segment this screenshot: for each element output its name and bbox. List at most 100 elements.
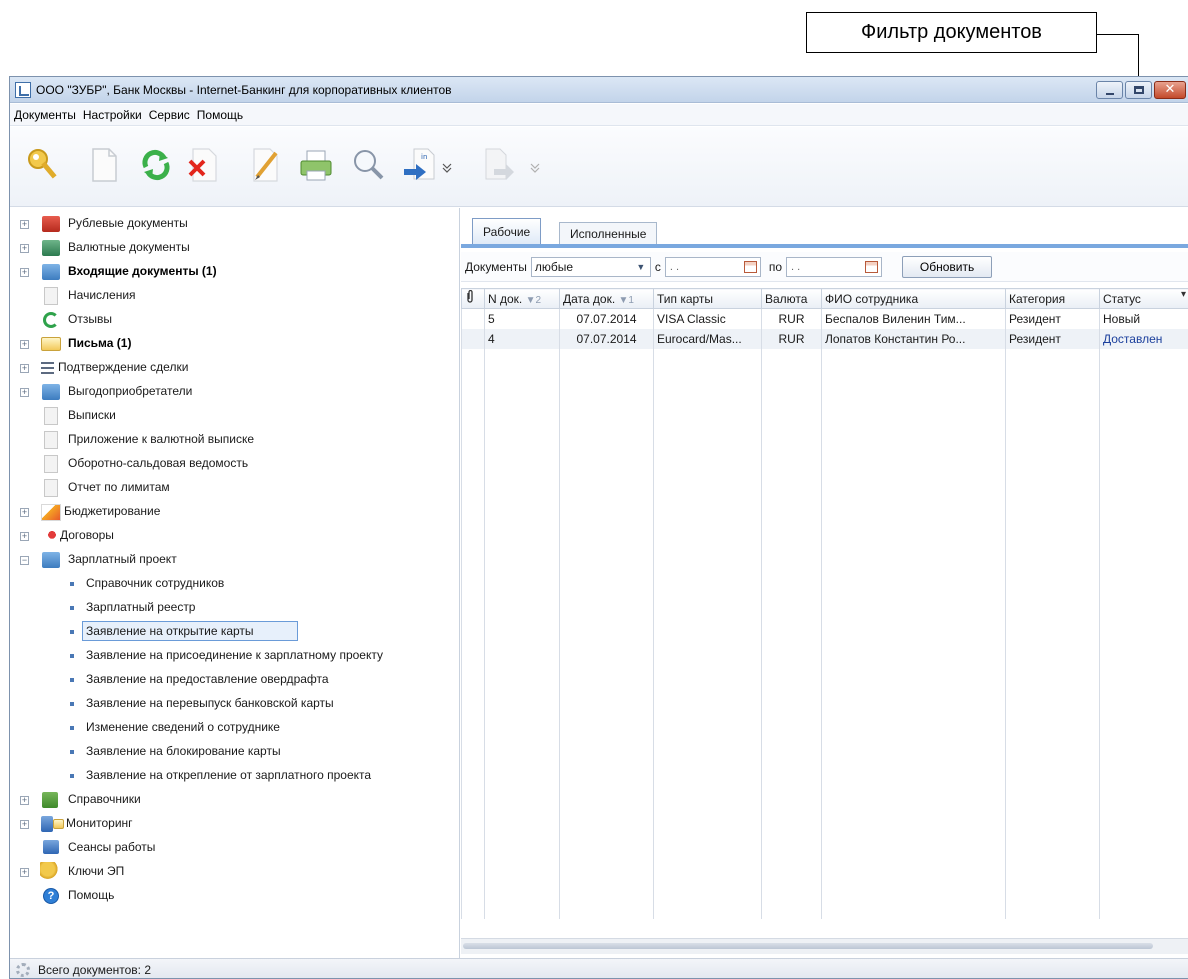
monitoring-icon [41, 816, 53, 832]
date-from-field[interactable]: . . [664, 256, 761, 277]
cell-status: Новый [1099, 308, 1188, 329]
delete-icon[interactable] [186, 145, 222, 185]
expand-icon[interactable]: + [20, 508, 29, 517]
tab-executed[interactable]: Исполненные [559, 222, 658, 244]
dropdown-icon[interactable]: ▼ [634, 260, 648, 274]
tree-item-detach-salary-project[interactable]: Заявление на открепление от зарплатного … [10, 764, 460, 788]
tree-item-directories[interactable]: + Справочники [10, 788, 460, 812]
tree-item-currency-statement-appendix[interactable]: Приложение к валютной выписке [10, 428, 460, 452]
loading-icon [16, 962, 30, 977]
expand-icon[interactable]: + [20, 364, 29, 373]
minimize-button[interactable] [1096, 81, 1123, 99]
tree-item-limits-report[interactable]: Отчет по лимитам [10, 476, 460, 500]
column-label: ФИО сотрудника [825, 291, 919, 306]
currency-folder-icon [42, 240, 60, 256]
tree-item-beneficiaries[interactable]: + Выгодоприобретатели [10, 380, 460, 404]
print-icon[interactable] [298, 145, 334, 185]
navigation-tree: + Рублевые документы + Валютные документ… [10, 208, 460, 958]
tree-item-salary-project[interactable]: − Зарплатный проект [10, 548, 460, 572]
menu-settings[interactable]: Настройки [83, 108, 142, 122]
import-icon[interactable]: in [402, 145, 438, 185]
new-document-icon[interactable] [86, 145, 122, 185]
tree-item-monitoring[interactable]: + Мониторинг [10, 812, 460, 836]
calendar-icon[interactable] [743, 260, 757, 273]
scrollbar-thumb[interactable] [463, 943, 1153, 949]
column-doc-number[interactable]: N док. ▼2 [484, 288, 560, 309]
column-category[interactable]: Категория [1005, 288, 1100, 309]
tree-item-label: Приложение к валютной выписке [68, 432, 255, 446]
tree-item-overdraft-application[interactable]: Заявление на предоставление овердрафта [10, 668, 460, 692]
tab-working[interactable]: Рабочие [472, 218, 542, 244]
tree-item-turnover-balance[interactable]: Оборотно-сальдовая ведомость [10, 452, 460, 476]
tree-item-employee-directory[interactable]: Справочник сотрудников [10, 572, 460, 596]
expand-icon[interactable]: + [20, 532, 29, 541]
key-icon[interactable] [24, 145, 60, 185]
tree-item-statements[interactable]: Выписки [10, 404, 460, 428]
tree-item-salary-register[interactable]: Зарплатный реестр [10, 596, 460, 620]
collapse-icon[interactable]: − [20, 556, 29, 565]
table-row[interactable]: 4 07.07.2014 Eurocard/Mas... RUR Лопатов… [461, 328, 1188, 349]
export-icon[interactable] [480, 145, 516, 185]
calendar-icon[interactable] [865, 260, 879, 273]
expand-icon[interactable]: + [20, 268, 29, 277]
status-bar: Всего документов: 2 [10, 958, 1188, 978]
tree-item-help[interactable]: ? Помощь [10, 884, 460, 908]
tree-item-letters[interactable]: + Письма (1) [10, 332, 460, 356]
close-button[interactable]: ✕ [1154, 81, 1186, 99]
menu-help[interactable]: Помощь [197, 108, 243, 122]
sort-indicator: ▼1 [618, 294, 634, 306]
tab-underline [461, 244, 1188, 248]
more-chevron-icon[interactable] [440, 145, 454, 185]
bullet-icon [70, 606, 74, 610]
tree-item-deal-confirmation[interactable]: + Подтверждение сделки [10, 356, 460, 380]
table-row[interactable]: 5 07.07.2014 VISA Classic RUR Беспалов В… [461, 308, 1188, 329]
tree-item-rub-documents[interactable]: + Рублевые документы [10, 212, 460, 236]
date-from-label: с [654, 259, 661, 274]
menu-bar: Документы Настройки Сервис Помощь [10, 104, 1188, 126]
horizontal-scrollbar[interactable] [461, 938, 1188, 954]
list-icon [41, 362, 54, 374]
tree-item-contracts[interactable]: + Договоры [10, 524, 460, 548]
column-currency[interactable]: Валюта [761, 288, 822, 309]
search-icon[interactable] [350, 145, 386, 185]
menu-service[interactable]: Сервис [149, 108, 190, 122]
tree-item-employee-info-change[interactable]: Изменение сведений о сотруднике [10, 716, 460, 740]
column-menu-icon[interactable]: ▾ [1181, 290, 1186, 301]
more-chevron-icon[interactable] [528, 145, 542, 185]
tree-item-accruals[interactable]: Начисления [10, 284, 460, 308]
tree-item-card-reissue-application[interactable]: Заявление на перевыпуск банковской карты [10, 692, 460, 716]
expand-icon[interactable]: + [20, 220, 29, 229]
date-to-field[interactable]: . . [786, 256, 883, 277]
tree-item-incoming-documents[interactable]: + Входящие документы (1) [10, 260, 460, 284]
column-doc-date[interactable]: Дата док. ▼1 [559, 288, 654, 309]
maximize-button[interactable] [1125, 81, 1152, 99]
expand-icon[interactable]: + [20, 340, 29, 349]
refresh-icon[interactable] [138, 145, 174, 185]
documents-filter-select[interactable]: любые ▼ [530, 256, 651, 277]
expand-icon[interactable]: + [20, 868, 29, 877]
expand-icon[interactable]: + [20, 820, 29, 829]
bullet-icon [70, 774, 74, 778]
expand-icon[interactable]: + [20, 244, 29, 253]
column-label: Валюта [765, 291, 808, 306]
tree-item-recalls[interactable]: Отзывы [10, 308, 460, 332]
window-controls: ✕ [1096, 81, 1186, 99]
tree-item-currency-documents[interactable]: + Валютные документы [10, 236, 460, 260]
column-card-type[interactable]: Тип карты [653, 288, 762, 309]
refresh-button[interactable]: Обновить [902, 255, 993, 278]
tree-item-sessions[interactable]: Сеансы работы [10, 836, 460, 860]
bullet-icon [70, 702, 74, 706]
tree-item-card-block-application[interactable]: Заявление на блокирование карты [10, 740, 460, 764]
column-employee-name[interactable]: ФИО сотрудника [821, 288, 1006, 309]
expand-icon[interactable]: + [20, 796, 29, 805]
column-status[interactable]: Статус ▾ [1099, 288, 1188, 309]
tree-item-budgeting[interactable]: + Бюджетирование [10, 500, 460, 524]
menu-documents[interactable]: Документы [14, 108, 76, 122]
tree-item-join-salary-project[interactable]: Заявление на присоединение к зарплатному… [10, 644, 460, 668]
tree-item-label: Ключи ЭП [68, 864, 125, 878]
expand-icon[interactable]: + [20, 388, 29, 397]
tree-item-card-opening-application[interactable]: Заявление на открытие карты [10, 620, 460, 644]
tree-item-signature-keys[interactable]: + Ключи ЭП [10, 860, 460, 884]
column-attachment[interactable] [461, 288, 485, 309]
edit-icon[interactable] [248, 145, 284, 185]
